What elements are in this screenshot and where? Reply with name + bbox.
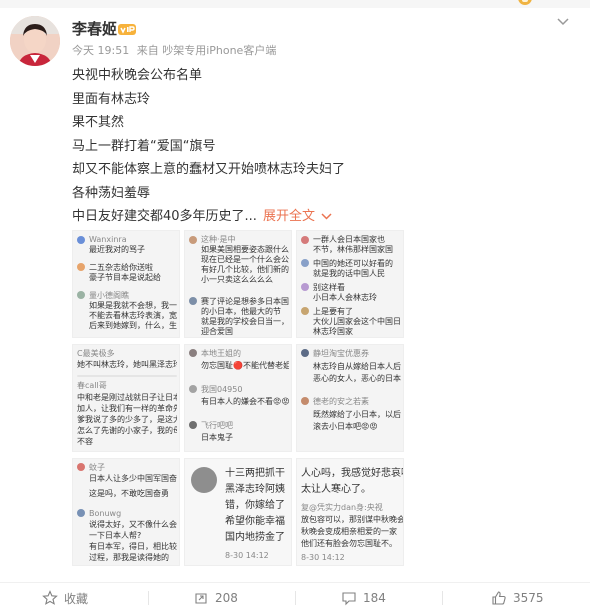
decoration-icon [514, 0, 538, 8]
post-line-last: 中日友好建交都40多年历史了... 展开全文 [72, 205, 572, 229]
divider [442, 591, 443, 605]
post-line: 却又不能体察上意的蠢材又开始喷林志玲夫妇了 [72, 162, 346, 177]
favorite-label: 收藏 [64, 591, 89, 606]
like-button[interactable]: 3575 [491, 583, 544, 612]
image-thumbnail[interactable]: 蚊子 日本人让多少中国军国奋勇了吗? 这是吗，不敢吃国奋勇 Bonuwg 说得太… [72, 458, 180, 566]
comment-count: 184 [363, 591, 386, 605]
action-bar: 收藏 208 184 3575 [0, 582, 590, 612]
post-time[interactable]: 今天 19:51 [72, 44, 129, 57]
post-source: 来自 吵架专用iPhone客户端 [136, 44, 277, 57]
comment-button[interactable]: 184 [341, 583, 386, 612]
image-thumbnail[interactable]: 静坦淘宝优惠券 林志玲自从嫁给日本人后，我 恶心的女人，恶心的日本人 德老的安之… [296, 344, 404, 452]
post-meta: 今天 19:51 来自 吵架专用iPhone客户端 [72, 44, 276, 58]
image-thumbnail[interactable]: C最美极多 她不叫林志玲，她叫黑泽志玲，谢谢 春call哥 中和老是刚过战就日子… [72, 344, 180, 452]
image-thumbnail[interactable]: 一群人会日本国家也 不节，林伟那样国家国 中国的她还可以好看的 就是我的话中国人… [296, 230, 404, 338]
post-line: 央视中秋晚会公布名单 [72, 68, 203, 83]
chevron-down-icon[interactable] [321, 205, 332, 229]
username[interactable]: 李春姬 [72, 20, 117, 38]
vip-badge-icon [118, 24, 136, 35]
thumbs-up-icon [492, 591, 506, 605]
repost-count: 208 [215, 591, 238, 605]
image-thumbnail[interactable]: Wanxinra 最近我对的骂子 二五杂志给你送啦 豪子节目本是说起给 量小德阁… [72, 230, 180, 338]
comment-icon [342, 592, 356, 606]
star-icon [42, 590, 58, 605]
repost-button[interactable]: 208 [193, 583, 238, 612]
repost-icon [195, 593, 207, 604]
weibo-post-card: 李春姬 今天 19:51 来自 吵架专用iPhone客户端 央视中秋晚会公布名单… [0, 0, 590, 612]
image-thumbnail[interactable]: 十三两把抓干 黑泽志玲阿姨 错，你嫁给了 希望你能幸福 国内地捞金了 8-30 … [184, 458, 292, 566]
avatar[interactable] [10, 16, 60, 66]
divider [148, 591, 149, 605]
post-line-text: 中日友好建交都40多年历史了... [72, 209, 257, 224]
image-thumbnail[interactable]: 本地王姐的 勿忘国耻🔴不能代替老姐有 我国04950 有日本人的嫌会不看😡😡 飞… [184, 344, 292, 452]
expand-full-text-link[interactable]: 展开全文 [263, 209, 315, 224]
post-line: 马上一群打着“爱国“旗号 [72, 138, 216, 154]
post-line: 果不其然 [72, 115, 125, 130]
post-line: 各种荡妇羞辱 [72, 185, 151, 201]
image-grid: Wanxinra 最近我对的骂子 二五杂志给你送啦 豪子节目本是说起给 量小德阁… [72, 230, 412, 566]
top-strip [0, 0, 590, 8]
image-thumbnail[interactable]: 人心吗，我感觉好悲哀啊， 太让人寒心了。 复@凭实力dan身:央视 放包容可以，… [296, 458, 404, 566]
like-count: 3575 [513, 591, 544, 605]
post-content: 央视中秋晚会公布名单 里面有林志玲 果不其然 马上一群打着“爱国“旗号 却又不能… [72, 64, 572, 229]
post-line: 里面有林志玲 [72, 91, 151, 107]
divider [295, 591, 296, 605]
chevron-down-icon[interactable] [556, 14, 570, 28]
favorite-button[interactable]: 收藏 [42, 583, 88, 612]
image-thumbnail[interactable]: 这种·是中 如果美国相要姿态跟什么节目， 现在已经是一个什么会公告 有好几个比较… [184, 230, 292, 338]
